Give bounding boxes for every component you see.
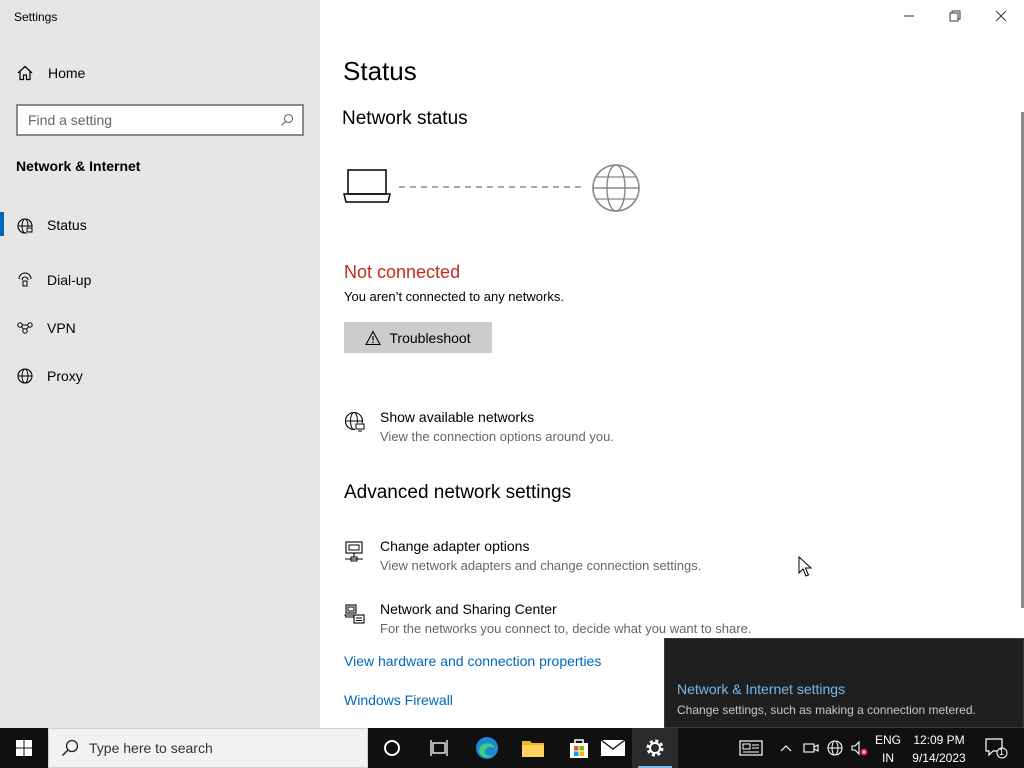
sidebar-item-proxy[interactable]: Proxy — [0, 352, 320, 400]
change-adapter-title: Change adapter options — [380, 538, 530, 554]
cortana-button[interactable] — [370, 728, 414, 768]
main-content: Status Network status Not connected You … — [320, 0, 1024, 728]
connection-status-text: Not connected — [344, 262, 461, 282]
nav-list: Status Dial-up VPN Proxy — [0, 208, 320, 400]
edge-icon — [476, 737, 498, 759]
restore-button[interactable] — [932, 0, 978, 32]
home-icon — [17, 65, 33, 81]
laptop-icon — [343, 169, 391, 203]
store-button[interactable] — [556, 728, 602, 768]
taskbar: Type here to search ENG IN 12:09 PM 9/14… — [0, 728, 1024, 768]
close-button[interactable] — [978, 0, 1024, 32]
notification-count: 1 — [999, 747, 1005, 757]
restore-icon — [949, 10, 961, 22]
vpn-icon — [16, 319, 34, 337]
sharing-center-icon — [344, 604, 365, 624]
edge-button[interactable] — [464, 728, 510, 768]
file-explorer-button[interactable] — [510, 728, 556, 768]
minimize-icon — [904, 15, 914, 17]
news-icon — [739, 740, 763, 756]
advanced-settings-heading: Advanced network settings — [344, 482, 572, 503]
language-code: ENG — [874, 733, 901, 747]
change-adapter-options-link[interactable]: Change adapter options View network adap… — [344, 538, 701, 573]
clock-date: 9/14/2023 — [912, 751, 966, 765]
mouse-cursor-icon — [798, 556, 812, 577]
taskbar-search-placeholder: Type here to search — [89, 740, 213, 756]
window-title: Settings — [14, 10, 58, 24]
network-settings-flyout[interactable]: Network & Internet settings Change setti… — [664, 638, 1024, 728]
troubleshoot-button[interactable]: Troubleshoot — [344, 322, 492, 353]
sidebar-item-dialup[interactable]: Dial-up — [0, 256, 320, 304]
settings-search-input[interactable] — [28, 112, 280, 128]
minimize-button[interactable] — [886, 0, 932, 32]
network-globe-icon — [827, 740, 843, 756]
notification-icon — [985, 738, 1008, 759]
mail-button[interactable] — [600, 728, 626, 768]
sidebar-item-label: Status — [47, 217, 87, 233]
sidebar-item-label: Proxy — [47, 368, 83, 384]
globe-icon — [16, 367, 34, 385]
sharing-center-title: Network and Sharing Center — [380, 601, 557, 617]
adapter-icon — [345, 541, 363, 562]
windows-firewall-link[interactable]: Windows Firewall — [344, 692, 453, 708]
action-center-button[interactable]: 1 — [978, 728, 1014, 768]
network-globe-icon — [344, 411, 365, 432]
section-title: Network & Internet — [16, 158, 141, 174]
sidebar-item-label: Dial-up — [47, 272, 92, 288]
connection-status-desc: You aren’t connected to any networks. — [344, 289, 564, 304]
search-icon[interactable] — [280, 113, 294, 127]
internet-globe-icon — [592, 164, 640, 212]
page-title: Status — [343, 56, 417, 86]
status-globe-icon — [16, 217, 34, 235]
cortana-icon — [384, 740, 400, 756]
flyout-title[interactable]: Network & Internet settings — [677, 681, 845, 697]
change-adapter-desc: View network adapters and change connect… — [380, 558, 702, 573]
clock-time: 12:09 PM — [913, 733, 965, 747]
network-diagram — [343, 164, 640, 212]
clock[interactable]: 12:09 PM 9/14/2023 — [906, 731, 972, 767]
sidebar-item-status[interactable]: Status — [0, 208, 320, 256]
volume-muted-icon — [851, 740, 868, 756]
task-view-icon — [430, 740, 448, 756]
taskbar-search-box[interactable]: Type here to search — [48, 728, 368, 768]
mail-icon — [600, 739, 626, 756]
show-hidden-icons-button[interactable] — [776, 728, 796, 768]
flyout-desc: Change settings, such as making a connec… — [677, 703, 976, 717]
settings-taskbar-button[interactable] — [632, 728, 678, 768]
show-networks-desc: View the connection options around you. — [380, 429, 614, 444]
news-button[interactable] — [734, 728, 768, 768]
sidebar: Settings Home Network & Internet — [0, 0, 320, 728]
folder-icon — [522, 741, 544, 757]
nav-home[interactable]: Home — [16, 62, 306, 84]
language-indicator[interactable]: ENG IN — [872, 731, 904, 767]
show-networks-title: Show available networks — [380, 409, 535, 425]
camera-icon — [803, 743, 819, 753]
store-icon — [570, 739, 588, 758]
language-region: IN — [882, 751, 894, 765]
troubleshoot-label: Troubleshoot — [389, 329, 471, 346]
show-available-networks-link[interactable]: Show available networks View the connect… — [344, 409, 614, 444]
windows-logo-icon — [16, 740, 32, 756]
sharing-center-desc: For the networks you connect to, decide … — [380, 621, 752, 636]
start-button[interactable] — [0, 728, 48, 768]
task-view-button[interactable] — [416, 728, 462, 768]
network-tray-button[interactable] — [824, 728, 846, 768]
close-icon — [995, 10, 1007, 22]
network-sharing-center-link[interactable]: Network and Sharing Center For the netwo… — [344, 601, 751, 636]
sidebar-item-label: VPN — [47, 320, 76, 336]
settings-search-box[interactable] — [16, 104, 304, 136]
dialup-icon — [16, 271, 34, 289]
volume-button[interactable] — [848, 728, 870, 768]
hardware-properties-link[interactable]: View hardware and connection properties — [344, 653, 601, 669]
network-status-heading: Network status — [342, 108, 468, 129]
gear-icon — [646, 739, 664, 757]
chevron-up-icon — [780, 745, 792, 752]
search-icon — [61, 739, 79, 757]
meet-now-button[interactable] — [800, 728, 822, 768]
warning-icon — [365, 329, 382, 345]
nav-home-label: Home — [48, 65, 86, 81]
sidebar-item-vpn[interactable]: VPN — [0, 304, 320, 352]
